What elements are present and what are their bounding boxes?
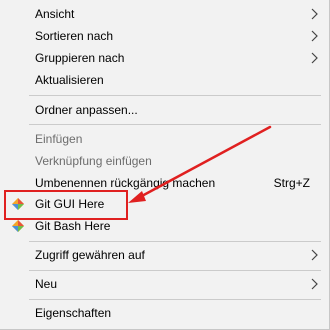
menu-item-git-gui-here[interactable]: Git GUI Here — [0, 193, 329, 215]
menu-item-label: Sortieren nach — [35, 29, 114, 43]
menu-item-label: Aktualisieren — [35, 73, 104, 87]
git-icon — [12, 220, 24, 232]
menu-item-ansicht[interactable]: Ansicht — [0, 3, 329, 25]
chevron-right-icon — [311, 30, 318, 42]
menu-item-label: Eigenschaften — [35, 306, 112, 320]
menu-item-sortieren[interactable]: Sortieren nach — [0, 25, 329, 47]
menu-item-label: Neu — [35, 277, 58, 291]
chevron-right-icon — [311, 52, 318, 64]
menu-item-neu[interactable]: Neu — [0, 273, 329, 295]
menu-item-aktualisieren[interactable]: Aktualisieren — [0, 69, 329, 91]
menu-separator — [29, 241, 321, 242]
chevron-right-icon — [311, 8, 318, 20]
menu-item-umbenennen-rueckgaengig[interactable]: Umbenennen rückgängig machen Strg+Z — [0, 172, 329, 194]
menu-item-shortcut: Strg+Z — [273, 176, 310, 190]
menu-item-label: Einfügen — [35, 132, 83, 146]
menu-item-gruppieren[interactable]: Gruppieren nach — [0, 47, 329, 69]
menu-item-label: Git Bash Here — [35, 219, 111, 233]
chevron-right-icon — [311, 278, 318, 290]
menu-item-label: Ansicht — [35, 7, 75, 21]
menu-separator — [29, 95, 321, 96]
menu-item-verknuepfung-einfuegen: Verknüpfung einfügen — [0, 150, 329, 172]
menu-item-label: Ordner anpassen... — [35, 103, 138, 117]
menu-item-ordner-anpassen[interactable]: Ordner anpassen... — [0, 99, 329, 121]
menu-item-label: Zugriff gewähren auf — [35, 248, 145, 262]
context-menu: Ansicht Sortieren nach Gruppieren nach A… — [0, 0, 330, 330]
menu-separator — [29, 270, 321, 271]
menu-item-label: Gruppieren nach — [35, 51, 125, 65]
menu-item-label: Verknüpfung einfügen — [35, 154, 152, 168]
git-icon — [12, 198, 24, 210]
menu-separator — [29, 299, 321, 300]
menu-item-git-bash-here[interactable]: Git Bash Here — [0, 215, 329, 237]
menu-item-eigenschaften[interactable]: Eigenschaften — [0, 302, 329, 324]
menu-item-einfuegen: Einfügen — [0, 128, 329, 150]
menu-separator — [29, 124, 321, 125]
menu-item-label: Umbenennen rückgängig machen — [35, 176, 216, 190]
chevron-right-icon — [311, 249, 318, 261]
menu-item-zugriff-gewaehren[interactable]: Zugriff gewähren auf — [0, 244, 329, 266]
menu-item-label: Git GUI Here — [35, 197, 105, 211]
